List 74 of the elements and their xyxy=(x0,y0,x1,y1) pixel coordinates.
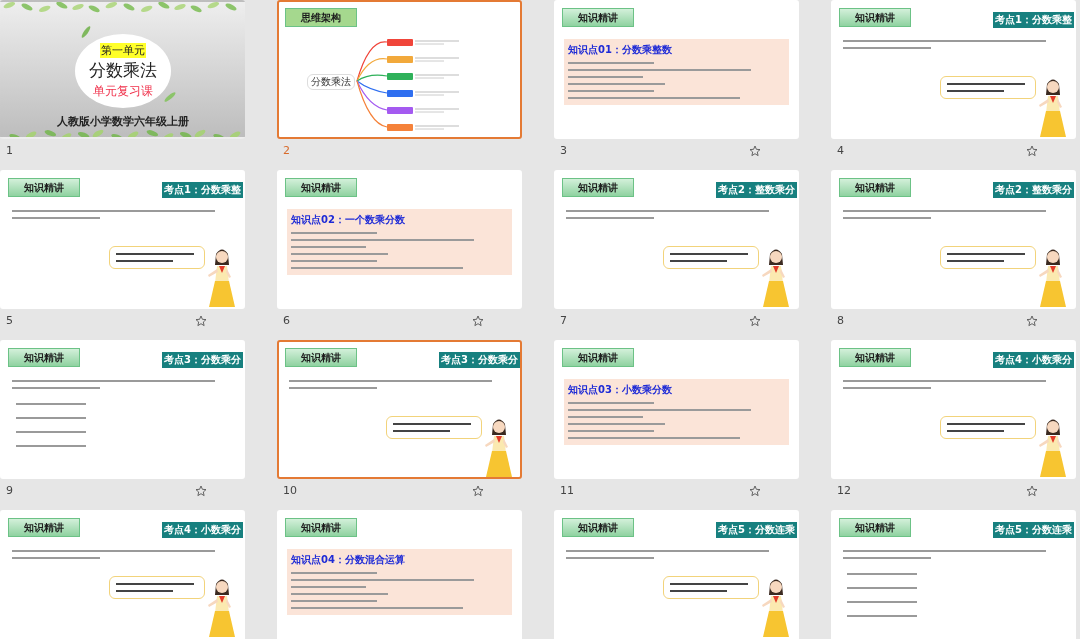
star-icon[interactable] xyxy=(195,484,207,497)
topic-tag: 考点1：分数乘整 xyxy=(162,182,243,198)
point-heading: 知识点02：一个数乘分数 xyxy=(291,213,406,227)
slide-title: 分数乘法 xyxy=(88,58,157,82)
star-icon[interactable] xyxy=(749,314,761,327)
slide-header: 思维架构 xyxy=(285,8,357,27)
slide-header: 知识精讲 xyxy=(839,178,911,197)
slide-thumbnail[interactable]: 知识精讲 考点4：小数乘分 xyxy=(0,510,245,639)
topic-tag: 考点2：整数乘分 xyxy=(716,182,797,198)
point-heading: 知识点04：分数混合运算 xyxy=(291,553,406,567)
slide-thumbnail[interactable]: 知识精讲 知识点01：分数乘整数 xyxy=(554,0,799,139)
slide-header: 知识精讲 xyxy=(562,178,634,197)
star-icon[interactable] xyxy=(1026,144,1038,157)
center-node: 分数乘法 xyxy=(307,74,355,90)
topic-tag: 考点5：分数连乘 xyxy=(993,522,1074,538)
slide-number: 11 xyxy=(560,484,574,497)
slide-header: 知识精讲 xyxy=(839,8,911,27)
star-icon[interactable] xyxy=(749,484,761,497)
slide-header: 知识精讲 xyxy=(8,518,80,537)
text-lines-drawing xyxy=(16,403,86,447)
slide-header: 知识精讲 xyxy=(285,518,357,537)
slide-header: 知识精讲 xyxy=(562,348,634,367)
point-heading: 知识点01：分数乘整数 xyxy=(568,43,673,57)
topic-tag: 考点3：分数乘分 xyxy=(439,352,520,368)
star-icon[interactable] xyxy=(1026,484,1038,497)
star-icon[interactable] xyxy=(195,314,207,327)
slide-number: 5 xyxy=(6,314,13,327)
unit-label: 第一单元 xyxy=(99,42,146,58)
slide-number: 7 xyxy=(560,314,567,327)
slide-header: 知识精讲 xyxy=(285,348,357,367)
book-label: 人教版小学数学六年级上册 xyxy=(56,114,189,129)
slide-thumbnail[interactable]: 知识精讲 考点1：分数乘整 xyxy=(0,170,245,309)
slide-number: 10 xyxy=(283,484,297,497)
slide-thumbnail[interactable]: 知识精讲 知识点04：分数混合运算 xyxy=(277,510,522,639)
topic-tag: 考点4：小数乘分 xyxy=(162,522,243,538)
slide-header: 知识精讲 xyxy=(562,518,634,537)
slide-thumbnail[interactable]: 知识精讲 考点3：分数乘分 xyxy=(277,340,522,479)
star-icon[interactable] xyxy=(1026,314,1038,327)
slide-header: 知识精讲 xyxy=(8,348,80,367)
topic-tag: 考点1：分数乘整 xyxy=(993,12,1074,28)
slide-thumbnail[interactable]: 知识精讲 考点5：分数连乘 xyxy=(554,510,799,639)
slide-thumbnail[interactable]: 知识精讲 考点2：整数乘分 xyxy=(554,170,799,309)
topic-tag: 考点5：分数连乘 xyxy=(716,522,797,538)
text-lines-drawing xyxy=(847,573,917,617)
slide-thumbnail[interactable]: 知识精讲 知识点03：小数乘分数 xyxy=(554,340,799,479)
point-heading: 知识点03：小数乘分数 xyxy=(568,383,673,397)
slide-thumbnail[interactable]: 知识精讲 知识点02：一个数乘分数 xyxy=(277,170,522,309)
star-icon[interactable] xyxy=(472,484,484,497)
topic-tag: 考点2：整数乘分 xyxy=(993,182,1074,198)
slide-number: 8 xyxy=(837,314,844,327)
slide-thumbnail[interactable]: 第一单元 分数乘法 单元复习课 人教版小学数学六年级上册 xyxy=(0,0,245,139)
slide-subtitle: 单元复习课 xyxy=(92,82,153,100)
star-icon[interactable] xyxy=(472,314,484,327)
slide-number: 3 xyxy=(560,144,567,157)
slide-header: 知识精讲 xyxy=(562,8,634,27)
slide-number: 9 xyxy=(6,484,13,497)
slide-header: 知识精讲 xyxy=(8,178,80,197)
topic-tag: 考点3：分数乘分 xyxy=(162,352,243,368)
slide-thumbnail[interactable]: 知识精讲 考点5：分数连乘 xyxy=(831,510,1076,639)
slide-header: 知识精讲 xyxy=(839,518,911,537)
star-icon[interactable] xyxy=(749,144,761,157)
slide-thumbnail[interactable]: 知识精讲 考点2：整数乘分 xyxy=(831,170,1076,309)
slide-header: 知识精讲 xyxy=(285,178,357,197)
slide-number: 4 xyxy=(837,144,844,157)
slide-number: 2 xyxy=(283,144,290,157)
slide-thumbnail[interactable]: 知识精讲 考点3：分数乘分 xyxy=(0,340,245,479)
slide-number: 1 xyxy=(6,144,13,157)
slide-header: 知识精讲 xyxy=(839,348,911,367)
topic-tag: 考点4：小数乘分 xyxy=(993,352,1074,368)
slide-number: 6 xyxy=(283,314,290,327)
slide-thumbnail[interactable]: 知识精讲 考点4：小数乘分 xyxy=(831,340,1076,479)
slide-number: 12 xyxy=(837,484,851,497)
slide-thumbnail[interactable]: 思维架构 分数乘法 xyxy=(277,0,522,139)
slide-thumbnail[interactable]: 知识精讲 考点1：分数乘整 xyxy=(831,0,1076,139)
